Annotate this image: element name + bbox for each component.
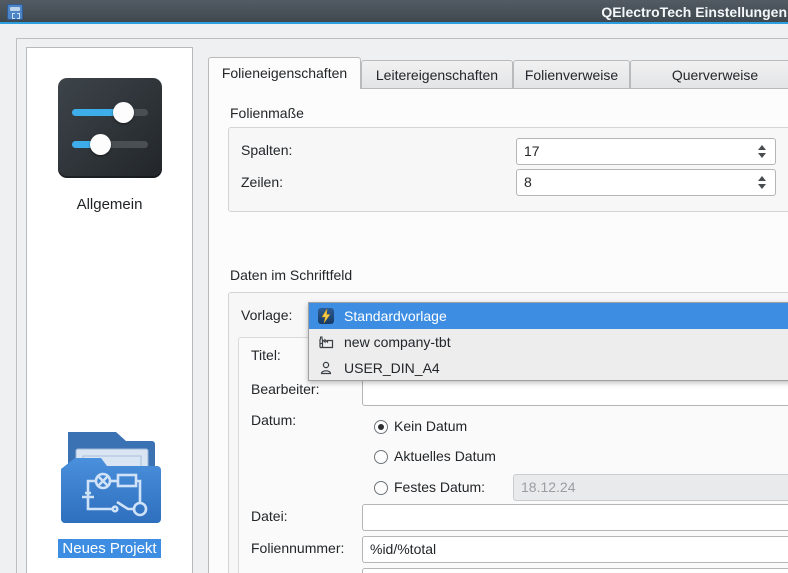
dropdown-item-label: USER_DIN_A4	[344, 360, 440, 376]
spin-down-icon[interactable]	[758, 184, 766, 189]
zeilen-label: Zeilen:	[241, 174, 284, 190]
titel-label: Titel:	[251, 347, 281, 363]
datum-label: Datum:	[251, 412, 297, 428]
dropdown-item-new-company-tbt[interactable]: new company-tbt	[309, 329, 788, 355]
sidebar-item-exportieren[interactable]: Exportieren	[27, 398, 192, 573]
datei-label: Datei:	[251, 508, 288, 524]
spalten-label: Spalten:	[241, 142, 293, 158]
sidebar-item-neues-projekt[interactable]: Neues Projekt	[27, 228, 192, 558]
radio-festes-datum[interactable]	[374, 481, 388, 495]
sidebar-item-label: Allgemein	[76, 196, 143, 213]
window-title: QElectroTech Einstellungen	[601, 4, 787, 20]
bearbeiter-label: Bearbeiter:	[251, 381, 320, 397]
vorlage-label: Vorlage:	[241, 307, 293, 323]
datei-field[interactable]	[362, 504, 788, 531]
spin-up-icon[interactable]	[758, 176, 766, 181]
sidebar-item-allgemein[interactable]: Allgemein	[27, 48, 192, 228]
sliders-icon	[58, 78, 162, 178]
folienmasse-heading: Folienmaße	[230, 105, 304, 121]
settings-category-list: Allgemein Neues Projekt	[26, 47, 193, 573]
radio-kein-datum-label[interactable]: Kein Datum	[394, 418, 467, 435]
radio-festes-datum-label[interactable]: Festes Datum:	[394, 479, 485, 496]
tab-folienverweise[interactable]: Folienverweise	[513, 60, 630, 89]
radio-aktuelles-datum[interactable]	[374, 450, 388, 464]
spalten-spinbox[interactable]: 17	[516, 138, 776, 165]
dropdown-item-label: new company-tbt	[344, 334, 451, 350]
dropdown-item-label: Standardvorlage	[344, 308, 447, 324]
zeilen-spinbox[interactable]: 8	[516, 169, 776, 196]
tab-folieneigenschaften[interactable]: Folieneigenschaften	[208, 57, 361, 89]
lightning-template-icon	[318, 308, 334, 324]
qelectrotech-window-icon	[7, 4, 23, 20]
schriftfeld-heading: Daten im Schriftfeld	[230, 267, 353, 283]
dropdown-item-user-din-a4[interactable]: USER_DIN_A4	[309, 355, 788, 381]
tab-leitereigenschaften[interactable]: Leitereigenschaften	[361, 60, 513, 89]
tab-querverweise[interactable]: Querverweise	[630, 60, 788, 89]
radio-kein-datum[interactable]	[374, 420, 388, 434]
festes-datum-field: 18.12.24	[513, 474, 788, 501]
bearbeiter-field[interactable]	[362, 379, 788, 406]
user-icon	[318, 360, 334, 376]
foliennummer-label: Foliennummer:	[251, 540, 345, 556]
titlebar: QElectroTech Einstellungen	[0, 0, 788, 24]
dropdown-item-standardvorlage[interactable]: Standardvorlage	[309, 303, 788, 329]
factory-icon	[318, 334, 334, 350]
vorlage-dropdown-popup: Standardvorlage new company-tbt USER_DIN…	[308, 302, 788, 381]
spin-up-icon[interactable]	[758, 145, 766, 150]
foliennummer-field[interactable]: %id/%total	[362, 536, 788, 563]
spalten-value: 17	[524, 143, 540, 159]
spin-down-icon[interactable]	[758, 153, 766, 158]
next-field-partial[interactable]	[362, 568, 788, 573]
zeilen-value: 8	[524, 174, 532, 190]
radio-aktuelles-datum-label[interactable]: Aktuelles Datum	[394, 448, 496, 465]
